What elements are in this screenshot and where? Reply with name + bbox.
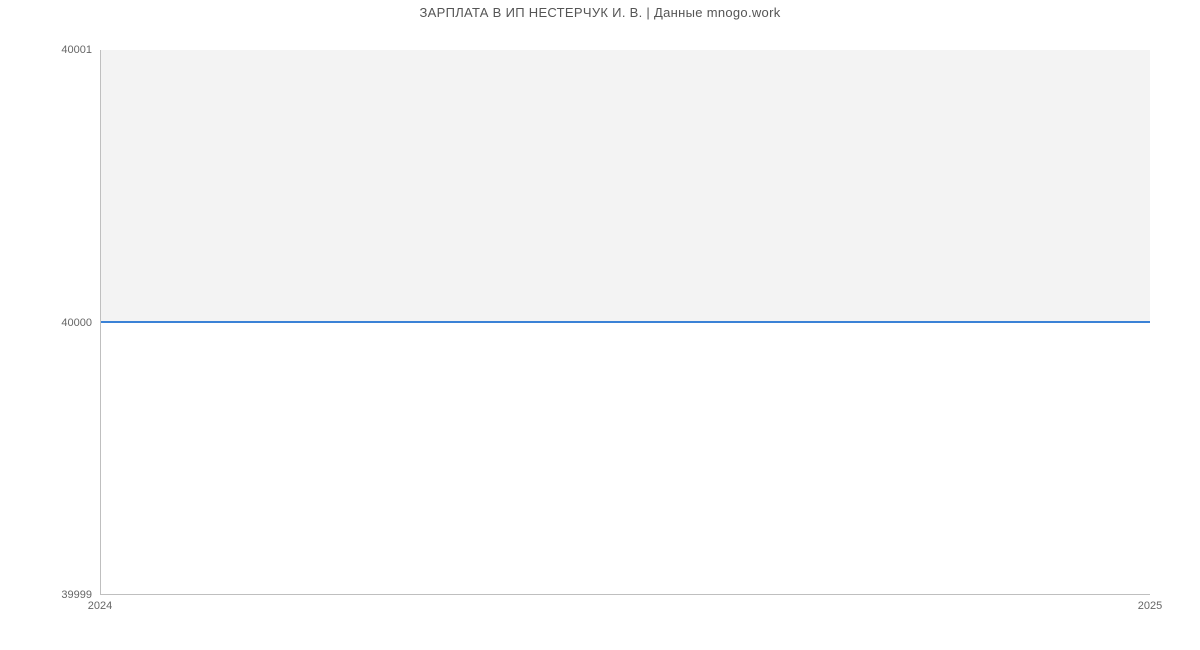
x-tick-left: 2024 <box>88 595 112 612</box>
plot-area <box>100 50 1150 595</box>
chart-plot: 40001 40000 39999 2024 2025 <box>100 50 1150 595</box>
grid-band <box>101 50 1150 322</box>
y-tick-top: 40001 <box>61 44 100 56</box>
x-tick-right: 2025 <box>1138 595 1162 612</box>
y-tick-mid: 40000 <box>61 317 100 329</box>
data-line <box>101 321 1150 323</box>
chart-title: ЗАРПЛАТА В ИП НЕСТЕРЧУК И. В. | Данные m… <box>0 0 1200 20</box>
